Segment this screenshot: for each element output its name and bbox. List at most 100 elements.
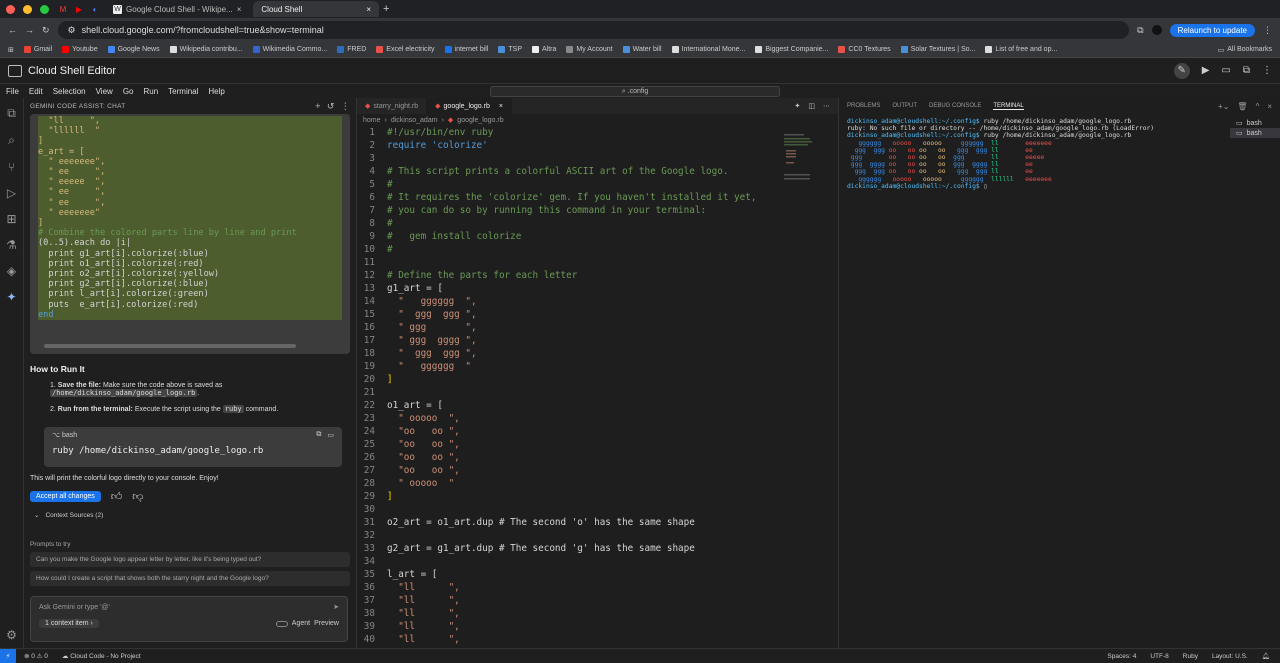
bookmark[interactable]: FRED [337, 46, 366, 53]
run-debug-icon[interactable]: ▷ [7, 186, 16, 200]
context-item-chip[interactable]: 1 context item › [39, 619, 99, 628]
new-terminal-icon[interactable]: +⌄ [1218, 102, 1229, 111]
pinned-tab-icon[interactable]: M [57, 3, 69, 15]
cloud-code-status[interactable]: ☁ Cloud Code - No Project [62, 652, 141, 660]
agent-toggle[interactable] [275, 620, 288, 627]
tab-terminal[interactable]: TERMINAL [993, 103, 1024, 110]
open-window-icon[interactable]: ⧉ [1243, 65, 1250, 76]
tab-starry-night[interactable]: ◆ starry_night.rb [357, 98, 428, 114]
settings-gear-icon[interactable]: ⚙ [6, 628, 17, 642]
url-input[interactable]: ⚙ shell.cloud.google.com/?fromcloudshell… [57, 21, 1130, 39]
bookmark[interactable]: Biggest Companie... [755, 46, 828, 53]
close-tab-icon[interactable]: × [499, 103, 503, 110]
testing-icon[interactable]: ⚗ [6, 238, 17, 252]
menu-icon[interactable]: ⋮ [1263, 25, 1272, 36]
menu-help[interactable]: Help [208, 87, 224, 96]
more-icon[interactable]: ⋮ [1262, 65, 1272, 76]
terminal-output[interactable]: dickinso_adam@cloudshell:~/.config$ ruby… [839, 114, 1280, 194]
bookmark[interactable]: International Mone... [671, 46, 745, 53]
menu-run[interactable]: Run [143, 87, 158, 96]
all-bookmarks-folder[interactable]: ▭ All Bookmarks [1218, 46, 1272, 54]
suggested-prompt[interactable]: Can you make the Google logo appear lett… [30, 552, 350, 567]
bookmark[interactable]: Gmail [23, 46, 52, 53]
language-mode-status[interactable]: Ruby [1183, 653, 1198, 660]
menu-selection[interactable]: Selection [53, 87, 86, 96]
bookmark[interactable]: Excel electricity [376, 46, 435, 53]
profile-avatar[interactable] [1151, 25, 1162, 35]
command-center-search[interactable]: ⌕ .config [490, 85, 780, 97]
bookmark[interactable]: CC0 Textures [838, 46, 891, 53]
bookmark[interactable]: List of free and op... [985, 46, 1057, 53]
search-icon[interactable]: ⌕ [8, 133, 15, 148]
bookmark[interactable]: Water bill [622, 46, 662, 53]
new-tab-icon[interactable]: + [383, 3, 389, 15]
breadcrumb-item[interactable]: home [363, 117, 381, 124]
tab-output[interactable]: OUTPUT [892, 103, 917, 109]
close-window-icon[interactable] [6, 4, 15, 14]
indentation-status[interactable]: Spaces: 4 [1107, 653, 1136, 660]
menu-terminal[interactable]: Terminal [168, 87, 198, 96]
thumbs-up-icon[interactable]: 👍︎ [111, 490, 123, 503]
bookmark[interactable]: internet bill [444, 46, 488, 53]
breadcrumb-item[interactable]: google_logo.rb [457, 117, 503, 124]
gemini-icon[interactable]: ✦ [795, 102, 801, 110]
terminal-session[interactable]: ▭ bash [1230, 118, 1280, 128]
code-scrollbar[interactable] [44, 344, 296, 348]
trash-icon[interactable]: 🗑︎ [1237, 102, 1247, 111]
bookmark[interactable]: My Account [566, 46, 613, 53]
bookmark[interactable]: Altra [532, 46, 556, 53]
bookmark[interactable]: TSP [498, 46, 522, 53]
bookmark[interactable]: Wikimedia Commo... [252, 46, 327, 53]
extensions-icon[interactable]: ⊞ [6, 212, 16, 226]
send-icon[interactable]: ➤ [333, 603, 339, 611]
bookmark[interactable]: Solar Textures | So... [900, 46, 975, 53]
browser-tab-active[interactable]: Cloud Shell × [253, 1, 379, 17]
menu-view[interactable]: View [96, 87, 113, 96]
forward-icon[interactable]: → [25, 25, 34, 35]
tab-google-logo[interactable]: ◆ google_logo.rb × [427, 98, 512, 114]
breadcrumb-item[interactable]: dickinso_adam [391, 117, 438, 124]
relaunch-button[interactable]: Relaunch to update [1169, 23, 1255, 37]
bookmark[interactable]: Wikipedia contribu... [169, 46, 243, 53]
insert-terminal-icon[interactable]: ▭ [327, 431, 334, 439]
gemini-icon[interactable]: ✦ [6, 290, 16, 304]
extension-icon[interactable]: ⧉ [1137, 25, 1143, 36]
edit-icon[interactable]: ✎ [1173, 62, 1190, 79]
accept-all-changes-button[interactable]: Accept all changes [30, 491, 101, 502]
cloud-code-icon[interactable]: ◈ [7, 264, 16, 278]
web-preview-icon[interactable]: ▭ [1221, 65, 1230, 76]
bookmark[interactable]: Youtube [62, 46, 98, 53]
close-tab-icon[interactable]: × [366, 5, 371, 14]
keyboard-layout-status[interactable]: Layout: U.S. [1212, 653, 1248, 660]
site-info-icon[interactable]: ⚙ [68, 25, 76, 36]
split-editor-icon[interactable]: ◫ [808, 102, 815, 110]
pinned-tab-icon[interactable]: ▶ [73, 3, 85, 15]
bookmark[interactable]: Google News [107, 46, 160, 53]
tab-debug-console[interactable]: DEBUG CONSOLE [929, 103, 981, 109]
more-icon[interactable]: ⋮ [341, 101, 350, 112]
terminal-icon[interactable]: ▶ [1202, 65, 1210, 76]
history-icon[interactable]: ↺ [327, 101, 335, 112]
maximize-panel-icon[interactable]: ^ [1256, 102, 1260, 111]
more-icon[interactable]: ⋯ [823, 102, 830, 110]
browser-tab[interactable]: W Google Cloud Shell - Wikipe... × [105, 1, 249, 17]
minimap[interactable] [784, 134, 814, 194]
chat-input[interactable]: Ask Gemini or type '@' ➤ 1 context item … [30, 596, 348, 642]
explorer-icon[interactable]: ⧉ [7, 106, 16, 121]
source-control-icon[interactable]: ⑂ [8, 160, 15, 174]
tab-problems[interactable]: PROBLEMS [847, 103, 880, 109]
code-area[interactable]: 1 #!/usr/bin/env ruby 2 require 'colorize' 3… [357, 126, 838, 646]
notifications-bell-icon[interactable]: 🔔︎ [1262, 652, 1270, 660]
minimize-window-icon[interactable] [23, 4, 32, 14]
encoding-status[interactable]: UTF-8 [1150, 653, 1168, 660]
menu-edit[interactable]: Edit [29, 87, 43, 96]
new-chat-icon[interactable]: + [315, 101, 321, 111]
maximize-window-icon[interactable] [40, 4, 49, 14]
reload-icon[interactable]: ↻ [42, 25, 50, 36]
context-sources-toggle[interactable]: ⌄ Context Sources (2) [24, 507, 356, 523]
thumbs-down-icon[interactable]: 👎︎ [132, 490, 143, 503]
copy-icon[interactable]: ⧉ [316, 431, 321, 439]
terminal-session[interactable]: ▭ bash [1230, 128, 1280, 138]
remote-icon[interactable]: ⚡ [0, 648, 16, 663]
pinned-tab-icon[interactable]: ◐ [89, 3, 101, 15]
